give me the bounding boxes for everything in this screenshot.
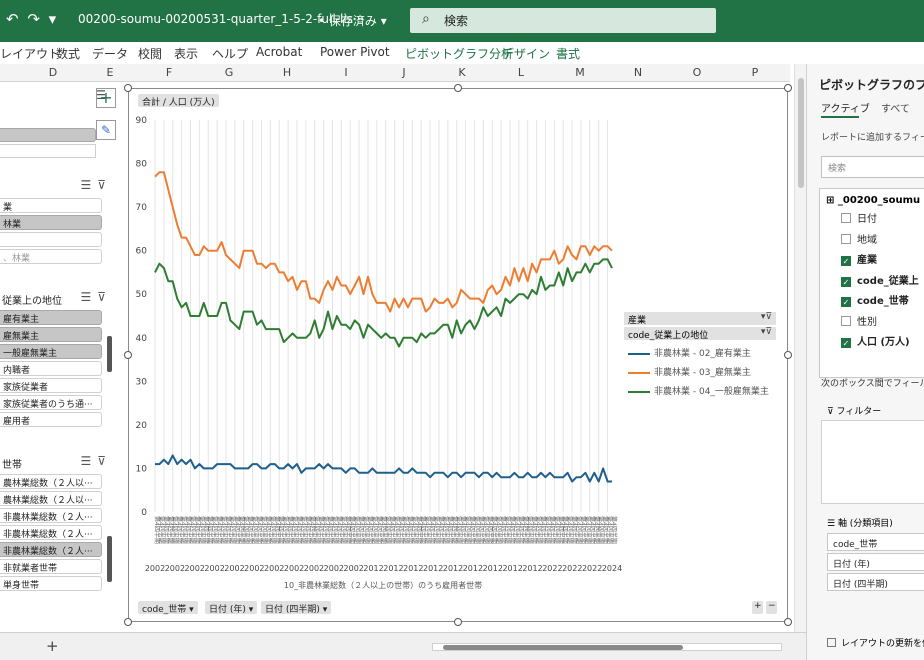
x-year-label: 2022 [582, 564, 602, 573]
x-year-label: 2012 [403, 564, 423, 573]
rows-icon: ☰ [827, 519, 838, 529]
x-year-label: 2012 [443, 564, 463, 573]
scroll-thumb[interactable] [798, 78, 804, 188]
field-checkbox[interactable]: ✓ [841, 256, 851, 266]
field-checkbox[interactable]: ✓ [841, 297, 851, 307]
x-year-label: 2012 [383, 564, 403, 573]
zoom-out-button[interactable]: − [766, 601, 777, 614]
x-category-label: 10_非農林業総数（２人以上の世帯）のうち雇用者世帯 [284, 580, 482, 590]
legend-entry: 非農林業 - 02_雇有業主 [628, 346, 751, 359]
drag-hint: 次のボックス間でフィールドをドラッグ [821, 379, 924, 389]
x-quarter-label: 第4四半期 [610, 516, 618, 544]
legend-entry: 非農林業 - 04_一般雇無業主 [628, 384, 769, 397]
x-year-label: 2012 [522, 564, 542, 573]
axis-field-item[interactable]: 日付 (年) [827, 553, 924, 571]
field-item[interactable]: 日付 [841, 210, 877, 225]
x-year-label: 2024 [602, 564, 622, 573]
x-year-label: 2022 [542, 564, 562, 573]
horizontal-scrollbar[interactable] [432, 643, 782, 651]
x-year-label: 2012 [363, 564, 383, 573]
table-node[interactable]: ⊞ _00200_soumu [826, 195, 920, 206]
x-year-label: 2002 [264, 564, 284, 573]
x-year-label: 2012 [463, 564, 483, 573]
tab-all[interactable]: すべて [881, 100, 910, 115]
x-year-label: 2002 [185, 564, 205, 573]
y-tick-label: 10 [136, 464, 148, 474]
filter-icon[interactable]: ▾⊽ [761, 327, 772, 337]
field-checkbox[interactable] [841, 315, 851, 326]
field-checkbox[interactable]: ✓ [841, 338, 851, 348]
field-item[interactable]: 性別 [841, 313, 877, 328]
add-sheet-button[interactable]: + [46, 637, 59, 655]
line-chart: 0102030405060708090第4四半期第4四半期第4四半期第4四半期第… [136, 116, 623, 590]
y-tick-label: 90 [136, 116, 148, 126]
y-tick-label: 40 [136, 334, 148, 344]
zoom-in-button[interactable]: + [752, 601, 763, 614]
axis-field-button-quarter[interactable]: 日付 (四半期) ▾ [261, 601, 332, 615]
field-search-input[interactable]: 検索 [821, 156, 924, 178]
filter-area[interactable] [821, 420, 924, 504]
y-tick-label: 0 [141, 508, 147, 518]
legend-field-button-status[interactable]: code_従業上の地位 ▾⊽ [624, 327, 776, 341]
axis-area-label: ☰ 軸 (分類項目) [827, 519, 893, 529]
scroll-thumb[interactable] [443, 645, 683, 650]
field-item[interactable]: 地域 [841, 231, 877, 246]
table-icon: ⊞ [826, 195, 838, 206]
axis-field-button-year[interactable]: 日付 (年) ▾ [205, 601, 258, 615]
field-checkbox[interactable]: ✓ [841, 276, 851, 287]
y-tick-label: 30 [136, 377, 148, 387]
tab-active[interactable]: アクティブ [821, 100, 870, 118]
field-checkbox[interactable] [841, 233, 851, 244]
axis-field-item[interactable]: 日付 (四半期) [827, 573, 924, 591]
x-year-label: 2022 [562, 564, 582, 573]
x-year-label: 2002 [304, 564, 324, 573]
legend-field-label: 産業 [628, 316, 647, 326]
field-hint: レポートに追加するフィールドを選択 [821, 133, 924, 143]
x-year-label: 2012 [423, 564, 443, 573]
x-year-label: 2002 [145, 564, 165, 573]
legend-field-label: code_従業上の地位 [628, 331, 709, 341]
sheet-tab-bar: + [0, 632, 806, 660]
x-year-label: 2012 [483, 564, 503, 573]
axis-field-item[interactable]: code_世帯 [827, 533, 924, 551]
filter-icon[interactable]: ▾⊽ [761, 312, 772, 322]
x-year-label: 2002 [244, 564, 264, 573]
series-line-1 [155, 454, 612, 483]
axis-field-button-household[interactable]: code_世帯 ▾ [138, 601, 198, 615]
y-tick-label: 70 [136, 203, 148, 213]
x-year-label: 2002 [284, 564, 304, 573]
y-tick-label: 50 [136, 290, 148, 300]
field-item[interactable]: ✓ 産業 [841, 251, 877, 266]
field-checkbox[interactable] [841, 213, 851, 223]
pivotchart-fields-pane: ピボットグラフのフィールド アクティブ すべて レポートに追加するフィールドを選… [806, 64, 924, 660]
x-year-label: 2002 [344, 564, 364, 573]
y-tick-label: 20 [136, 421, 148, 431]
y-tick-label: 80 [136, 160, 148, 170]
defer-update-checkbox[interactable]: レイアウトの更新を保留 [827, 636, 924, 649]
field-item[interactable]: ✓ code_世帯 [841, 292, 909, 307]
filter-area-label: ⊽ フィルター [827, 407, 882, 417]
field-item[interactable]: ✓ 人口 (万人) [841, 333, 910, 348]
x-year-label: 2002 [165, 564, 185, 573]
x-year-label: 2002 [204, 564, 224, 573]
pane-title: ピボットグラフのフィールド [819, 78, 924, 92]
legend-field-button-industry[interactable]: 産業 ▾⊽ [624, 312, 776, 326]
vertical-scrollbar[interactable] [794, 64, 806, 632]
x-year-label: 2002 [324, 564, 344, 573]
field-item[interactable]: ✓ code_従業上 [841, 272, 919, 287]
series-line-2 [154, 171, 613, 313]
x-year-label: 2012 [502, 564, 522, 573]
x-year-label: 2002 [224, 564, 244, 573]
y-tick-label: 60 [136, 247, 148, 257]
legend-entry: 非農林業 - 03_雇無業主 [628, 365, 751, 378]
